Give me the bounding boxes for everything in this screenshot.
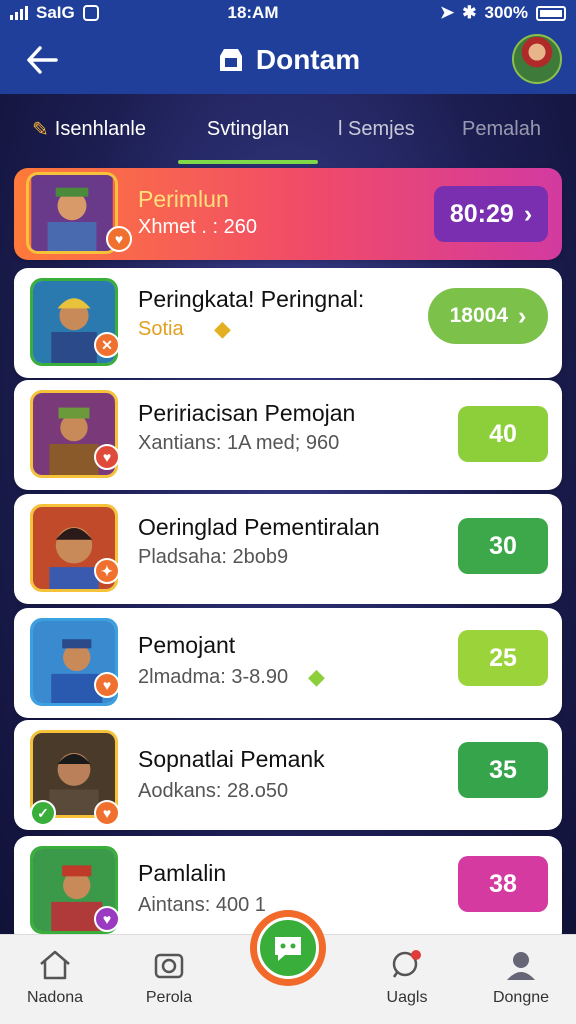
row-title: Sopnatlai Pemank xyxy=(138,746,325,772)
row-title: Pamlalin xyxy=(138,860,227,886)
score-button[interactable]: 30 xyxy=(458,518,548,574)
list-item[interactable]: ♥ Peririacisan Pemojan Xantians: 1A med;… xyxy=(14,380,562,490)
score-value: 40 xyxy=(489,419,517,448)
nav-label: Uagls xyxy=(386,989,428,1006)
status-bar: SaIG 18:AM ➤ ✱ 300% xyxy=(0,0,576,26)
tab-label: Isenhlanle xyxy=(54,117,146,140)
gem-icon: ◆ xyxy=(214,316,231,341)
score-button[interactable]: 25 xyxy=(458,630,548,686)
page-title: Dontam xyxy=(255,44,361,75)
battery-percent: 300% xyxy=(484,3,528,22)
home-icon xyxy=(40,950,70,980)
row-title: Perimlun xyxy=(138,186,229,212)
score-value: 25 xyxy=(489,643,517,672)
row-title: Pemojant xyxy=(138,632,236,658)
check-badge-icon: ✓ xyxy=(30,800,56,826)
notification-icon xyxy=(82,5,99,21)
row-title: Peririacisan Pemojan xyxy=(138,400,356,426)
row-subtitle: Aodkans: 28.o50 xyxy=(138,780,289,802)
nav-perola[interactable]: Perola xyxy=(124,949,214,1007)
back-button[interactable] xyxy=(22,40,62,80)
arrow-left-icon xyxy=(27,46,58,74)
signal-icon xyxy=(10,6,28,20)
score-value: 80:29 xyxy=(449,199,514,228)
nav-label: Dongne xyxy=(492,989,550,1006)
nav-label: Perola xyxy=(145,989,193,1006)
heart-badge-icon: ♥ xyxy=(94,672,120,698)
nav-uagls[interactable]: Uagls xyxy=(362,949,452,1007)
tab-bar: ✎ Isenhlanle Svtinglan l Semjes Pemalah xyxy=(0,94,576,164)
profile-icon xyxy=(507,952,535,980)
score-button[interactable]: 80:29 › xyxy=(434,186,548,242)
score-button[interactable]: 40 xyxy=(458,406,548,462)
carrier-name: SaIG xyxy=(36,3,75,22)
list-item[interactable]: ✦ Oeringlad Pementiralan Pladsaha: 2bob9… xyxy=(14,494,562,604)
shop-icon xyxy=(219,49,242,71)
tab-label: Svtinglan xyxy=(206,117,290,140)
row-subtitle: 2lmadma: 3-8.90 xyxy=(138,666,289,688)
tab-semjes[interactable]: l Semjes xyxy=(318,94,448,164)
bluetooth-icon: ✱ xyxy=(462,3,477,22)
chat-fab-button[interactable] xyxy=(250,910,326,986)
list-item[interactable]: ♥ Pemojant 2lmadma: 3-8.90 ◆ 25 xyxy=(14,608,562,718)
row-title: Oeringlad Pementiralan xyxy=(138,514,380,540)
player-portrait xyxy=(31,175,113,251)
share-badge-icon: ✦ xyxy=(94,558,120,584)
user-avatar[interactable] xyxy=(512,34,562,84)
chevron-right-icon: › xyxy=(518,301,527,330)
tab-label: Pemalah xyxy=(462,117,541,140)
wrench-icon: ✎ xyxy=(32,118,49,141)
score-value: 35 xyxy=(489,755,517,784)
list-item[interactable]: ✕ Peringkata! Peringnal: Sotia ◆ 18004 › xyxy=(14,268,562,378)
tab-label: l Semjes xyxy=(338,117,415,140)
row-subtitle: Sotia xyxy=(138,318,184,340)
camera-icon xyxy=(154,953,184,979)
tab-isenhlanle[interactable]: ✎ Isenhlanle xyxy=(14,94,164,164)
row-subtitle: Aintans: 400 1 xyxy=(138,894,266,916)
heart-badge-icon: ♥ xyxy=(94,906,120,932)
avatar xyxy=(26,172,118,254)
tab-pemalah[interactable]: Pemalah xyxy=(448,94,558,164)
score-value: 38 xyxy=(489,869,517,898)
list-item[interactable]: ✓ ♥ Sopnatlai Pemank Aodkans: 28.o50 35 xyxy=(14,720,562,830)
close-badge-icon: ✕ xyxy=(94,332,120,358)
heart-badge-icon: ♥ xyxy=(94,800,120,826)
row-title: Peringkata! Peringnal: xyxy=(138,286,365,312)
list-item[interactable]: ♥ Perimlun Xhmet . : 260 80:29 › xyxy=(14,168,562,260)
gem-icon: ◆ xyxy=(308,664,325,689)
tab-svtinglan[interactable]: Svtinglan xyxy=(178,94,318,164)
location-icon: ➤ xyxy=(440,3,455,22)
nav-label: Nadona xyxy=(26,989,84,1006)
status-time: 18:AM xyxy=(227,3,279,22)
heart-badge-icon: ♥ xyxy=(106,226,132,252)
app-header: Dontam xyxy=(0,26,576,94)
search-icon xyxy=(392,950,421,978)
heart-badge-icon: ♥ xyxy=(94,444,120,470)
chevron-right-icon: › xyxy=(523,199,533,228)
score-value: 18004 xyxy=(449,304,509,327)
nav-dongne[interactable]: Dongne xyxy=(476,949,566,1007)
battery-icon xyxy=(536,5,566,21)
row-subtitle: Pladsaha: 2bob9 xyxy=(138,546,289,568)
score-button[interactable]: 18004 › xyxy=(428,288,548,344)
score-button[interactable]: 38 xyxy=(458,856,548,912)
row-subtitle: Xhmet . : 260 xyxy=(138,216,257,238)
chat-bubble-icon xyxy=(275,937,301,961)
score-button[interactable]: 35 xyxy=(458,742,548,798)
score-value: 30 xyxy=(489,531,517,560)
row-subtitle: Xantians: 1A med; 960 xyxy=(138,432,340,454)
nav-home[interactable]: Nadona xyxy=(10,949,100,1007)
